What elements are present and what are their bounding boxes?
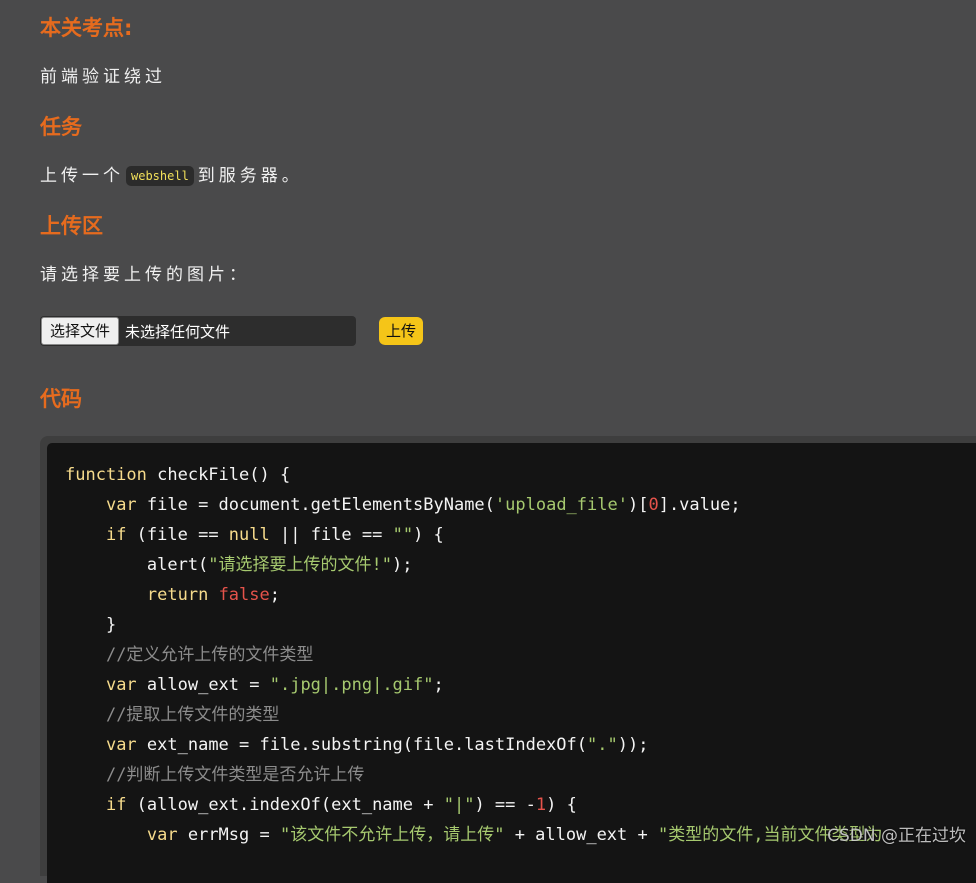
code-line: //定义允许上传的文件类型 [65, 640, 882, 670]
code-token: ) == - [474, 795, 536, 815]
code-token: "该文件不允许上传，请上传" [279, 825, 505, 845]
code-token: + allow_ext + [504, 825, 658, 845]
code-token: //判断上传文件类型是否允许上传 [105, 765, 365, 785]
code-token: null [228, 525, 270, 545]
code-token: 'upload_file' [494, 495, 628, 515]
code-token: return [146, 585, 209, 605]
code-token: //提取上传文件的类型 [105, 705, 280, 725]
code-token: allow_ext = [136, 675, 270, 695]
code-token: ) { [413, 525, 444, 545]
code-line: return false; [65, 580, 882, 610]
task-suffix: 到服务器。 [197, 166, 303, 186]
task-text: 上传一个 webshell 到服务器。 [40, 164, 303, 188]
code-line: function checkFile() { [65, 460, 882, 490]
code-token: 0 [648, 495, 659, 515]
code-token: if [105, 525, 127, 545]
code-token: )[ [627, 495, 649, 515]
key-point-heading: 本关考点: [40, 16, 133, 40]
code-line: if (allow_ext.indexOf(ext_name + "|") ==… [65, 790, 882, 820]
code-token: var [105, 675, 137, 695]
code-token: || file == [269, 525, 393, 545]
code-token: 1 [535, 795, 547, 815]
code-token: ; [433, 675, 444, 695]
code-line: } [65, 610, 882, 640]
code-token: if [105, 795, 127, 815]
code-token: ) { [546, 795, 577, 815]
upload-prompt: 请选择要上传的图片： [40, 265, 250, 285]
watermark: CSDN @正在过坎 [827, 826, 966, 846]
choose-file-button[interactable]: 选择文件 [41, 317, 120, 345]
code-block: function checkFile() { var file = docume… [47, 443, 976, 883]
code-line: if (file == null || file == "") { [65, 520, 882, 550]
code-line: var allow_ext = ".jpg|.png|.gif"; [65, 670, 882, 700]
code-line: var errMsg = "该文件不允许上传，请上传" + allow_ext … [65, 820, 883, 850]
code-line: //提取上传文件的类型 [65, 700, 882, 730]
file-status-text: 未选择任何文件 [125, 322, 231, 341]
code-token: ext_name = file.substring(file.lastIndex… [136, 735, 588, 755]
code-token: function [65, 465, 147, 485]
code-token: file = document.getElementsByName( [136, 495, 495, 515]
code-token: errMsg = [177, 825, 280, 845]
code-token: ); [392, 555, 413, 575]
code-token: alert( [65, 555, 209, 575]
code-token: "" [392, 525, 414, 545]
upload-heading: 上传区 [40, 214, 103, 238]
code-line: var file = document.getElementsByName('u… [65, 490, 882, 520]
webshell-code: webshell [126, 166, 194, 186]
code-content: function checkFile() { var file = docume… [65, 460, 882, 850]
code-token: "|" [443, 795, 475, 815]
code-line: var ext_name = file.substring(file.lastI… [65, 730, 882, 760]
file-input[interactable]: 选择文件 未选择任何文件 [40, 316, 356, 346]
code-token: var [105, 735, 137, 755]
code-token: var [105, 495, 137, 515]
upload-button[interactable]: 上传 [379, 317, 424, 345]
code-token: (file == [126, 525, 229, 545]
code-token: false [218, 585, 270, 605]
code-token: checkFile() { [146, 465, 291, 485]
code-token: "请选择要上传的文件!" [208, 555, 393, 575]
code-token: ].value; [658, 495, 741, 515]
code-token: } [65, 615, 117, 635]
task-prefix: 上传一个 [40, 166, 124, 186]
key-point-text: 前端验证绕过 [40, 67, 166, 87]
code-token: ; [269, 585, 280, 605]
code-token: (allow_ext.indexOf(ext_name + [126, 795, 444, 815]
code-token: //定义允许上传的文件类型 [105, 645, 314, 665]
code-token: var [146, 825, 178, 845]
code-line: alert("请选择要上传的文件!"); [65, 550, 882, 580]
code-heading: 代码 [40, 387, 82, 411]
code-line: //判断上传文件类型是否允许上传 [65, 760, 882, 790]
code-token: "." [587, 735, 618, 755]
task-heading: 任务 [40, 115, 82, 139]
code-token: )); [617, 735, 649, 755]
code-token: ".jpg|.png|.gif" [269, 675, 434, 695]
